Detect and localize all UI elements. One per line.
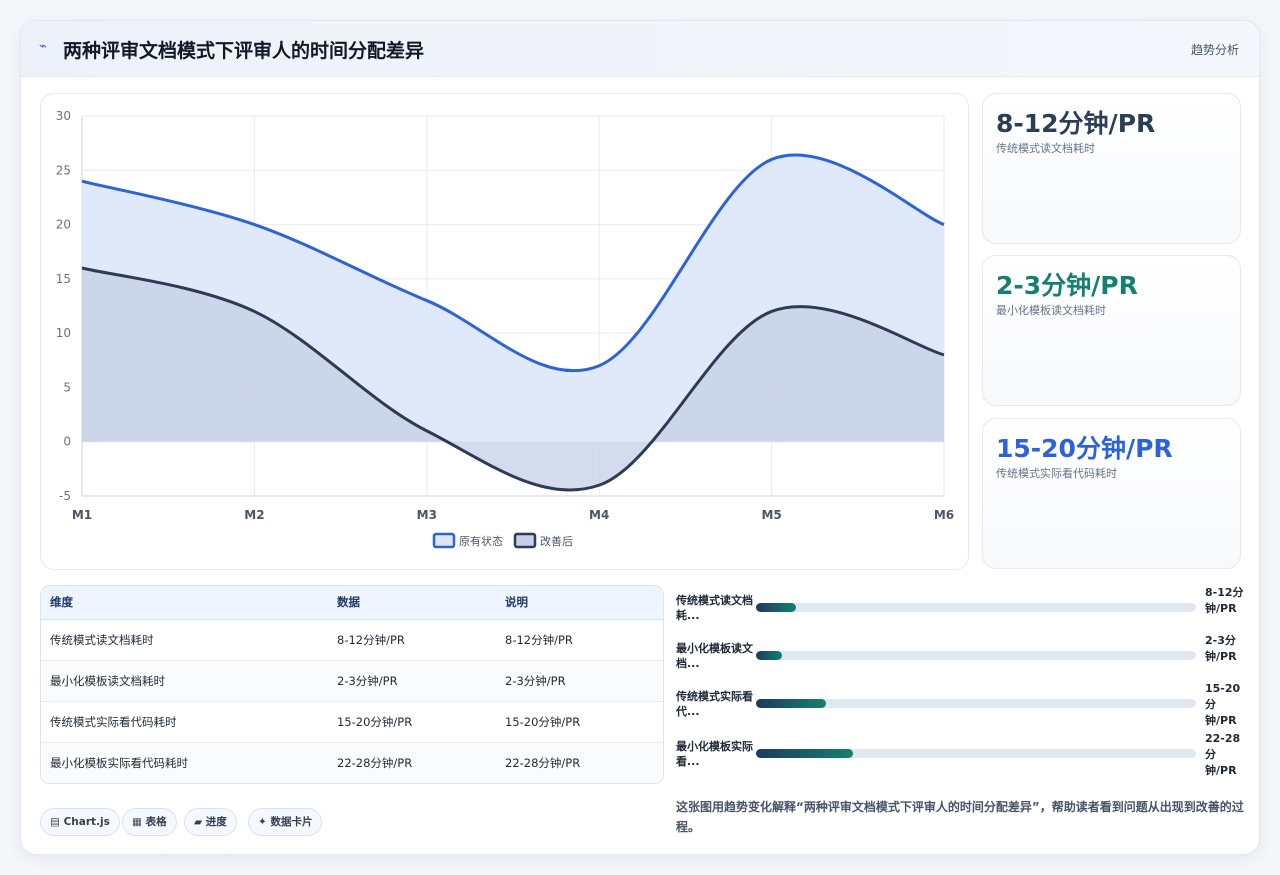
stat-label: 传统模式实际看代码耗时 (996, 467, 1117, 480)
table-cell: 22-28分钟/PR (328, 742, 496, 783)
page-title: 两种评审文档模式下评审人的时间分配差异 (63, 40, 425, 62)
progress-value: 22-28分钟/PR (1205, 732, 1241, 777)
header-bar: ⌁ 两种评审文档模式下评审人的时间分配差异 趋势分析 (21, 21, 1259, 77)
chip-label: 数据卡片 (270, 816, 313, 828)
column-header: 数据 (328, 586, 496, 620)
column-header: 说明 (496, 586, 663, 620)
x-tick-label: M6 (934, 508, 954, 522)
stat-card-traditional-code: 15-20分钟/PR 传统模式实际看代码耗时 (982, 418, 1241, 569)
progress-row: 最小化模板读文档... 2-3分钟/PR (676, 633, 1246, 681)
progress-track (756, 603, 1196, 612)
chip-label: 进度 (205, 816, 227, 828)
progress-label: 传统模式读文档耗... (676, 594, 753, 622)
chip-data-card[interactable]: ✦ 数据卡片 (248, 808, 323, 836)
chip-label: Chart.js (63, 816, 110, 828)
sparkle-icon: ✦ (258, 816, 267, 828)
table-cell: 传统模式实际看代码耗时 (41, 701, 328, 743)
progress-track (756, 749, 1196, 758)
legend-swatch (432, 532, 456, 549)
progress-label: 最小化模板读文档... (676, 642, 753, 670)
stat-card-traditional-doc: 8-12分钟/PR 传统模式读文档耗时 (982, 93, 1241, 244)
progress-label: 最小化模板实际看... (676, 740, 753, 768)
chart-caption: 这张图用趋势变化解释“两种评审文档模式下评审人的时间分配差异”，帮助读者看到问题… (676, 800, 1244, 834)
table-cell: 22-28分钟/PR (496, 742, 663, 783)
progress-fill (756, 651, 783, 660)
grid-icon: ▦ (132, 816, 142, 828)
table-cell: 15-20分钟/PR (328, 701, 496, 743)
progress-icon: ▰ (194, 816, 203, 828)
stat-value: 15-20分钟/PR (996, 434, 1173, 463)
progress-row: 最小化模板实际看... 22-28分钟/PR (676, 731, 1246, 779)
progress-fill (756, 603, 796, 612)
y-tick-label: 20 (56, 218, 71, 232)
progress-track (756, 699, 1196, 708)
progress-value: 8-12分钟/PR (1205, 586, 1244, 615)
table-row: 最小化模板读文档耗时 2-3分钟/PR 2-3分钟/PR (41, 660, 663, 702)
legend-label: 原有状态 (459, 534, 503, 548)
legend-label: 改善后 (540, 534, 573, 548)
chart-icon: ⌁ (39, 39, 47, 54)
stat-value: 8-12分钟/PR (996, 109, 1156, 138)
chart-panel: -5 0 5 10 15 20 25 30 M1 M2 M3 M4 M5 M6 原有状态 改善后 (40, 93, 969, 570)
x-tick-label: M1 (72, 508, 92, 522)
progress-fill (756, 749, 853, 758)
table-row: 最小化模板实际看代码耗时 22-28分钟/PR 22-28分钟/PR (41, 742, 663, 783)
table-cell: 8-12分钟/PR (328, 619, 496, 661)
y-tick-label: 30 (56, 109, 71, 123)
progress-label: 传统模式实际看代... (676, 690, 753, 718)
progress-value: 2-3分钟/PR (1205, 634, 1237, 663)
stat-label: 最小化模板读文档耗时 (996, 304, 1106, 317)
chip-progress[interactable]: ▰ 进度 (184, 808, 237, 836)
progress-row: 传统模式实际看代... 15-20分钟/PR (676, 681, 1246, 729)
table-cell: 2-3分钟/PR (496, 660, 663, 702)
progress-value: 15-20分钟/PR (1205, 682, 1241, 727)
dashboard-card: ⌁ 两种评审文档模式下评审人的时间分配差异 趋势分析 -5 0 5 10 15 20 25 3… (20, 20, 1260, 855)
stat-value: 2-3分钟/PR (996, 271, 1138, 300)
column-header: 维度 (41, 586, 328, 620)
chip-chartjs[interactable]: ▤ Chart.js (40, 808, 120, 836)
table-cell: 15-20分钟/PR (496, 701, 663, 743)
x-tick-label: M2 (244, 508, 264, 522)
table-cell: 2-3分钟/PR (328, 660, 496, 702)
table-header-row: 维度 数据 说明 (41, 586, 663, 620)
table-cell: 8-12分钟/PR (496, 619, 663, 661)
x-tick-label: M5 (761, 508, 781, 522)
table-cell: 传统模式读文档耗时 (41, 619, 328, 661)
x-tick-label: M3 (417, 508, 437, 522)
stat-card-minimal-doc: 2-3分钟/PR 最小化模板读文档耗时 (982, 255, 1241, 406)
y-tick-label: 10 (56, 326, 71, 340)
progress-fill (756, 699, 827, 708)
table-row: 传统模式实际看代码耗时 15-20分钟/PR 15-20分钟/PR (41, 701, 663, 743)
table-cell: 最小化模板读文档耗时 (41, 660, 328, 702)
x-tick-label: M4 (589, 508, 609, 522)
y-tick-label: 15 (56, 272, 71, 286)
chip-label: 表格 (145, 816, 167, 828)
y-tick-label: 0 (63, 435, 71, 449)
y-tick-label: 5 (63, 380, 71, 394)
y-tick-label: 25 (56, 163, 71, 177)
table-icon: ▤ (50, 816, 60, 828)
area-chart: -5 0 5 10 15 20 25 30 M1 M2 M3 M4 M5 M6 原有状态 改善后 (56, 109, 954, 549)
table-cell: 最小化模板实际看代码耗时 (41, 742, 328, 783)
header-tag: 趋势分析 (1190, 43, 1239, 57)
table-row: 传统模式读文档耗时 8-12分钟/PR 8-12分钟/PR (41, 619, 663, 661)
legend-swatch (513, 532, 537, 549)
chip-table[interactable]: ▦ 表格 (122, 808, 177, 836)
y-tick-label: -5 (59, 489, 71, 503)
progress-row: 传统模式读文档耗... 8-12分钟/PR (676, 585, 1246, 633)
stat-label: 传统模式读文档耗时 (996, 142, 1095, 155)
data-table: 维度 数据 说明 传统模式读文档耗时 8-12分钟/PR 8-12分钟/PR 最… (40, 585, 664, 784)
progress-track (756, 651, 1196, 660)
